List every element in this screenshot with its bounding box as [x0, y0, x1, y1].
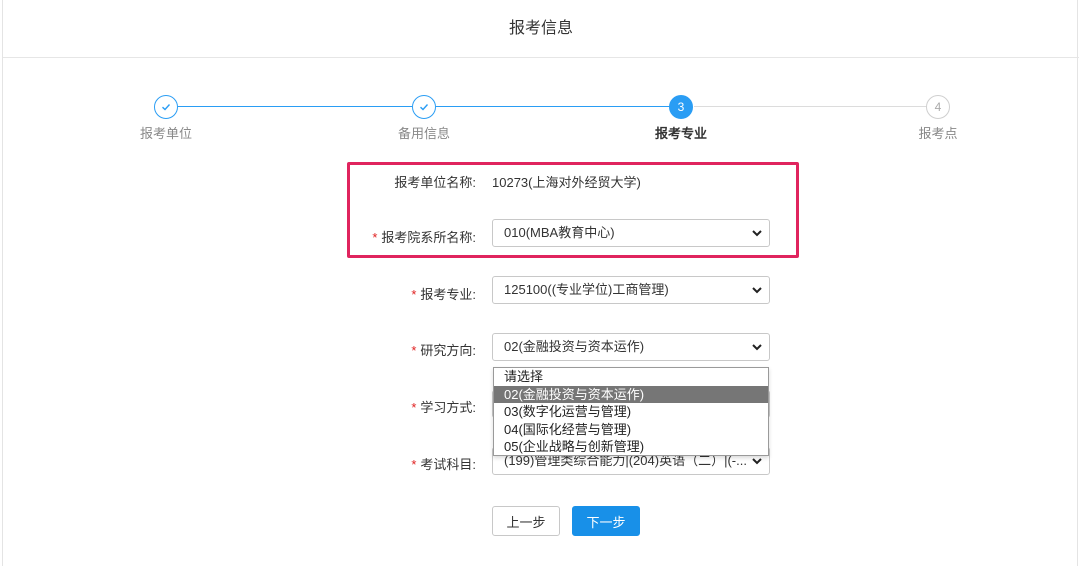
unit-name-value: 10273(上海对外经贸大学) [492, 175, 641, 190]
exam-subjects-label: * 考试科目: [316, 454, 476, 473]
chevron-down-icon [752, 230, 762, 237]
department-select[interactable]: 010(MBA教育中心) [492, 219, 770, 247]
department-select-value: 010(MBA教育中心) [504, 225, 615, 240]
step-connector-3 [694, 106, 926, 107]
dropdown-option[interactable]: 04(国际化经营与管理) [494, 421, 768, 439]
step-3-number: 3 [669, 95, 693, 119]
required-mark: * [411, 457, 417, 472]
exam-subjects-label-text: 考试科目: [420, 457, 476, 472]
chevron-down-icon [752, 287, 762, 294]
direction-select[interactable]: 02(金融投资与资本运作) [492, 333, 770, 361]
prev-step-button[interactable]: 上一步 [492, 506, 560, 536]
department-label: * 报考院系所名称: [316, 227, 476, 246]
chevron-down-icon [752, 344, 762, 351]
step-1-check-icon [154, 95, 178, 119]
dropdown-option[interactable]: 请选择 [494, 368, 768, 386]
dropdown-option[interactable]: 05(企业战略与创新管理) [494, 438, 768, 456]
step-3-label: 报考专业 [654, 126, 707, 141]
step-2-check-icon [412, 95, 436, 119]
step-1-label: 报考单位 [139, 126, 192, 141]
required-mark: * [411, 343, 417, 358]
study-mode-label-text: 学习方式: [420, 400, 476, 415]
dropdown-option-selected[interactable]: 02(金融投资与资本运作) [494, 385, 768, 404]
page-title: 报考信息 [3, 0, 1079, 58]
direction-label-text: 研究方向: [420, 343, 476, 358]
chevron-down-icon [752, 458, 762, 465]
major-select[interactable]: 125100((专业学位)工商管理) [492, 276, 770, 304]
required-mark: * [411, 287, 417, 302]
direction-select-value: 02(金融投资与资本运作) [504, 339, 645, 354]
step-2-label: 备用信息 [397, 126, 450, 141]
required-mark: * [372, 230, 378, 245]
direction-label: * 研究方向: [316, 340, 476, 359]
step-4-label: 报考点 [918, 126, 958, 141]
step-4-number: 4 [926, 95, 950, 119]
department-label-text: 报考院系所名称: [381, 230, 476, 245]
dropdown-option[interactable]: 03(数字化运营与管理) [494, 403, 768, 421]
major-label: * 报考专业: [316, 284, 476, 303]
step-connector-2 [436, 106, 670, 107]
next-step-button[interactable]: 下一步 [572, 506, 640, 536]
major-label-text: 报考专业: [420, 287, 476, 302]
direction-dropdown-list[interactable]: 请选择 02(金融投资与资本运作) 03(数字化运营与管理) 04(国际化经营与… [493, 367, 769, 456]
major-select-value: 125100((专业学位)工商管理) [504, 282, 669, 297]
unit-name-label: 报考单位名称: [394, 175, 476, 190]
study-mode-label: * 学习方式: [316, 397, 476, 416]
required-mark: * [411, 400, 417, 415]
step-connector-1 [178, 106, 412, 107]
